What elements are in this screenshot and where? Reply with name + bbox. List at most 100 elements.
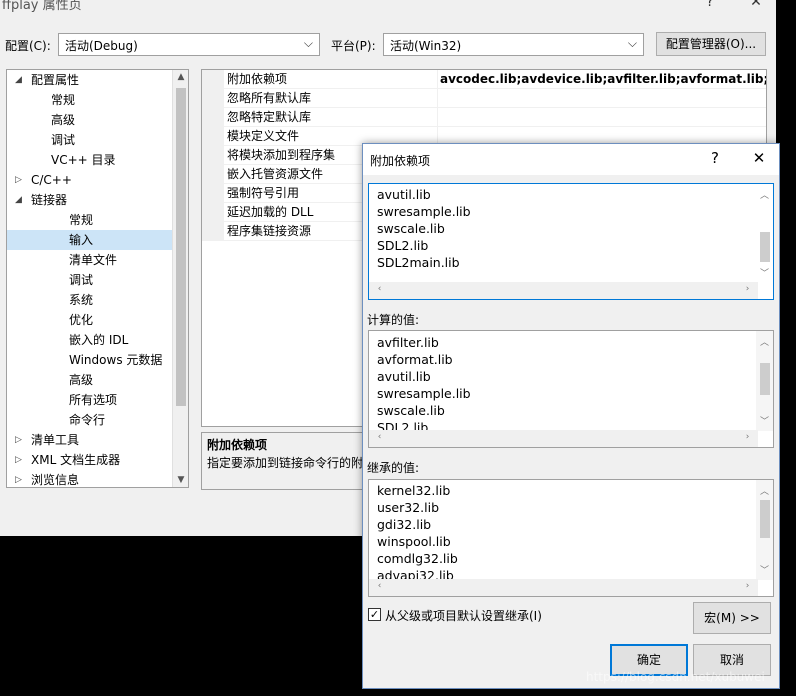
tree-item[interactable]: 高级 xyxy=(7,110,173,130)
tree-item-label: 清单工具 xyxy=(31,433,80,447)
tree-item[interactable]: Windows 元数据 xyxy=(7,350,173,370)
property-value[interactable]: avcodec.lib;avdevice.lib;avfilter.lib;av… xyxy=(440,70,766,89)
grid-gutter xyxy=(202,146,224,164)
tree-item[interactable]: 嵌入的 IDL xyxy=(7,330,173,350)
chevron-up-icon[interactable]: ︿ xyxy=(756,335,773,348)
config-select[interactable]: 活动(Debug) ⌵ xyxy=(58,33,320,56)
inherited-vscroll[interactable]: ︿ ﹀ xyxy=(756,480,773,580)
edit-scroll-thumb[interactable] xyxy=(760,232,770,262)
list-item: swresample.lib xyxy=(377,204,471,219)
tree-item[interactable]: 命令行 xyxy=(7,410,173,430)
grid-row[interactable]: 忽略所有默认库 xyxy=(202,89,766,108)
chevron-down-icon[interactable]: ﹀ xyxy=(756,266,773,279)
inherited-values-box[interactable]: kernel32.lib user32.lib gdi32.lib winspool.… xyxy=(368,479,774,597)
tree-item[interactable]: 系统 xyxy=(7,290,173,310)
grid-row[interactable]: 附加依赖项 avcodec.lib;avdevice.lib;avfilter.l… xyxy=(202,70,766,89)
platform-select[interactable]: 活动(Win32) ⌵ xyxy=(383,33,644,56)
tree-item[interactable]: 高级 xyxy=(7,370,173,390)
tree-item[interactable]: 常规 xyxy=(7,210,173,230)
tree-item[interactable]: ▷ C/C++ xyxy=(7,170,173,190)
tree-item-label: Windows 元数据 xyxy=(69,353,163,367)
scroll-down-icon[interactable]: ▼ xyxy=(173,475,188,485)
close-icon[interactable]: ✕ xyxy=(746,0,766,10)
chevron-left-icon[interactable]: ‹ xyxy=(371,284,388,294)
macro-button[interactable]: 宏(M) >> xyxy=(693,602,771,634)
list-item: SDL2main.lib xyxy=(377,255,460,270)
expanded-arrow-icon[interactable]: ◢ xyxy=(15,70,22,90)
computed-values-box[interactable]: avfilter.lib avformat.lib avutil.lib swresa… xyxy=(368,330,774,448)
chevron-down-icon: ⌵ xyxy=(627,36,637,50)
help-icon[interactable]: ? xyxy=(700,0,720,10)
edit-hscroll[interactable]: ‹ › xyxy=(369,282,758,299)
tree-item[interactable]: 常规 xyxy=(7,90,173,110)
list-item: avutil.lib xyxy=(377,369,431,384)
config-manager-button[interactable]: 配置管理器(O)... xyxy=(656,32,766,56)
inherit-checkbox-label[interactable]: 从父级或项目默认设置继承(I) xyxy=(385,607,542,624)
chevron-up-icon[interactable]: ︿ xyxy=(756,484,773,497)
list-item: gdi32.lib xyxy=(377,517,432,532)
chevron-right-icon[interactable]: › xyxy=(739,581,756,591)
chevron-left-icon[interactable]: ‹ xyxy=(371,581,388,591)
computed-vscroll[interactable]: ︿ ﹀ xyxy=(756,331,773,431)
list-item: user32.lib xyxy=(377,500,440,515)
inherited-hscroll[interactable]: ‹ › xyxy=(369,579,758,596)
tree-item-label: 链接器 xyxy=(31,193,68,207)
tree-scrollbar[interactable]: ▲ ▼ xyxy=(172,70,188,487)
dialog-titlebar: 附加依赖项 ? ✕ xyxy=(363,144,779,175)
tree-item[interactable]: VC++ 目录 xyxy=(7,150,173,170)
collapsed-arrow-icon[interactable]: ▷ xyxy=(15,170,22,190)
tree-item[interactable]: 优化 xyxy=(7,310,173,330)
tree-item-label: 系统 xyxy=(69,293,94,307)
help-icon[interactable]: ? xyxy=(705,149,725,167)
list-item: winspool.lib xyxy=(377,534,451,549)
chevron-down-icon[interactable]: ﹀ xyxy=(756,563,773,576)
computed-scroll-thumb[interactable] xyxy=(760,363,770,395)
tree-item[interactable]: 所有选项 xyxy=(7,390,173,410)
config-label: 配置(C): xyxy=(5,39,51,53)
property-name: 附加依赖项 xyxy=(227,70,438,89)
tree-scroll-thumb[interactable] xyxy=(176,88,186,406)
collapsed-arrow-icon[interactable]: ▷ xyxy=(15,430,22,450)
collapsed-arrow-icon[interactable]: ▷ xyxy=(15,470,22,487)
inherit-checkbox[interactable]: ✓ xyxy=(368,608,381,621)
property-tree: ◢ 配置属性 常规 高级 调试 VC++ 目录 ▷ C/C++ ◢ 链接器 常规 输入 清单文件 调试 系统… xyxy=(6,69,189,488)
computed-hscroll[interactable]: ‹ › xyxy=(369,430,758,447)
computed-values-label: 计算的值: xyxy=(367,313,420,327)
tree-item[interactable]: ◢ 配置属性 xyxy=(7,70,173,90)
tree-item[interactable]: ▷ 浏览信息 xyxy=(7,470,173,487)
additional-dependencies-dialog: 附加依赖项 ? ✕ avutil.lib swresample.lib swscal… xyxy=(362,143,780,689)
chevron-right-icon[interactable]: › xyxy=(739,284,756,294)
tree-item[interactable]: ◢ 链接器 xyxy=(7,190,173,210)
expanded-arrow-icon[interactable]: ◢ xyxy=(15,190,22,210)
tree-item[interactable]: 调试 xyxy=(7,130,173,150)
edit-vscroll[interactable]: ︿ ﹀ xyxy=(756,184,773,283)
chevron-up-icon[interactable]: ︿ xyxy=(756,188,773,201)
inherited-scroll-thumb[interactable] xyxy=(760,500,770,538)
grid-gutter xyxy=(202,222,224,240)
list-item: swscale.lib xyxy=(377,403,445,418)
tree-item[interactable]: 清单文件 xyxy=(7,250,173,270)
dialog-title: 附加依赖项 xyxy=(370,154,431,168)
grid-gutter xyxy=(202,184,224,202)
tree-item[interactable]: 调试 xyxy=(7,270,173,290)
close-icon[interactable]: ✕ xyxy=(749,149,769,167)
chevron-left-icon[interactable]: ‹ xyxy=(371,432,388,442)
list-item: comdlg32.lib xyxy=(377,551,458,566)
dependencies-edit-box[interactable]: avutil.lib swresample.lib swscale.lib SDL2.… xyxy=(368,183,774,300)
tree-item[interactable]: 输入 xyxy=(7,230,173,250)
list-item: swresample.lib xyxy=(377,386,471,401)
tree-item[interactable]: ▷ 清单工具 xyxy=(7,430,173,450)
tree-item-label: 高级 xyxy=(69,373,94,387)
tree-item-label: 调试 xyxy=(51,133,76,147)
grid-gutter xyxy=(202,127,224,145)
scroll-up-icon[interactable]: ▲ xyxy=(173,72,188,82)
watermark: https://blog.csdn.net/xubuwei xyxy=(586,670,765,684)
tree-item-label: 浏览信息 xyxy=(31,473,80,487)
chevron-right-icon[interactable]: › xyxy=(739,432,756,442)
collapsed-arrow-icon[interactable]: ▷ xyxy=(15,450,22,470)
grid-row[interactable]: 忽略特定默认库 xyxy=(202,108,766,127)
platform-label: 平台(P): xyxy=(331,39,376,53)
tree-item[interactable]: ▷ XML 文档生成器 xyxy=(7,450,173,470)
tree-item-label: 输入 xyxy=(69,233,94,247)
chevron-down-icon[interactable]: ﹀ xyxy=(756,414,773,427)
